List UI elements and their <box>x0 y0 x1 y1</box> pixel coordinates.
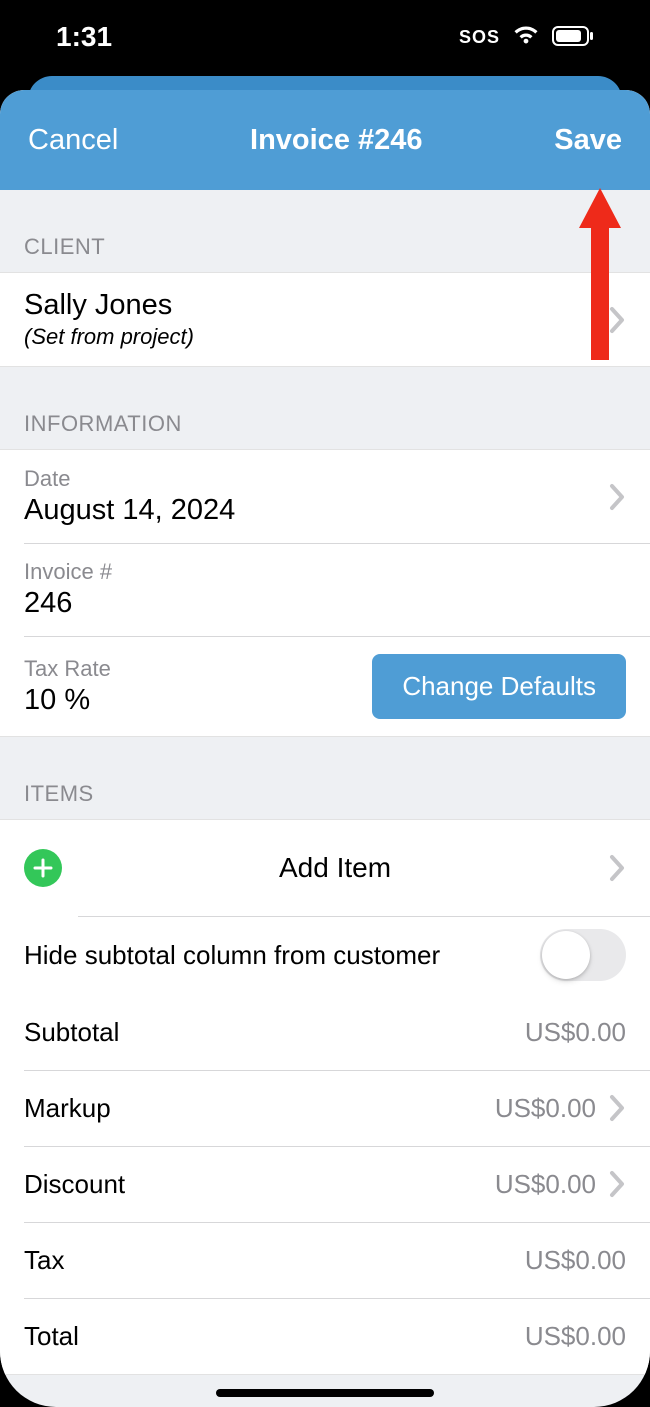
tax-rate-value: 10 % <box>24 684 372 717</box>
home-indicator <box>216 1389 434 1397</box>
nav-title: Invoice #246 <box>250 124 423 157</box>
discount-label: Discount <box>24 1169 125 1200</box>
date-label: Date <box>24 466 608 492</box>
cancel-button[interactable]: Cancel <box>28 124 118 157</box>
hide-subtotal-row[interactable]: Hide subtotal column from customer <box>0 916 650 994</box>
invoice-number-row[interactable]: Invoice # 246 <box>0 543 650 636</box>
save-button[interactable]: Save <box>554 124 622 157</box>
invoice-number-value: 246 <box>24 587 626 620</box>
hide-subtotal-label: Hide subtotal column from customer <box>24 940 440 971</box>
chevron-right-icon <box>608 853 626 883</box>
section-header-client: CLIENT <box>0 190 650 272</box>
battery-icon <box>552 21 594 53</box>
markup-label: Markup <box>24 1093 111 1124</box>
discount-row[interactable]: Discount US$0.00 <box>0 1146 650 1222</box>
markup-row[interactable]: Markup US$0.00 <box>0 1070 650 1146</box>
subtotal-label: Subtotal <box>24 1017 119 1048</box>
change-defaults-button[interactable]: Change Defaults <box>372 654 626 719</box>
markup-amount: US$0.00 <box>495 1093 596 1124</box>
status-time: 1:31 <box>56 21 112 53</box>
date-row[interactable]: Date August 14, 2024 <box>0 450 650 543</box>
total-amount: US$0.00 <box>525 1321 626 1352</box>
plus-icon <box>24 849 62 887</box>
subtotal-amount: US$0.00 <box>525 1017 626 1048</box>
section-header-items: ITEMS <box>0 737 650 819</box>
wifi-icon <box>512 21 540 53</box>
chevron-right-icon <box>608 1169 626 1199</box>
annotation-arrow-icon <box>579 188 621 365</box>
subtotal-row: Subtotal US$0.00 <box>0 994 650 1070</box>
add-item-row[interactable]: Add Item <box>0 820 650 916</box>
invoice-number-label: Invoice # <box>24 559 626 585</box>
client-row[interactable]: Sally Jones (Set from project) <box>0 273 650 366</box>
section-header-info: INFORMATION <box>0 367 650 449</box>
chevron-right-icon <box>608 482 626 512</box>
hide-subtotal-toggle[interactable] <box>540 929 626 981</box>
client-sub: (Set from project) <box>24 324 608 350</box>
tax-label: Tax <box>24 1245 64 1276</box>
invoice-sheet: Cancel Invoice #246 Save CLIENT Sally Jo… <box>0 90 650 1407</box>
discount-amount: US$0.00 <box>495 1169 596 1200</box>
client-name: Sally Jones <box>24 289 608 322</box>
date-value: August 14, 2024 <box>24 494 608 527</box>
sos-indicator: SOS <box>459 27 500 48</box>
tax-amount: US$0.00 <box>525 1245 626 1276</box>
chevron-right-icon <box>608 1093 626 1123</box>
total-label: Total <box>24 1321 79 1352</box>
status-bar: 1:31 SOS <box>0 0 650 74</box>
total-row: Total US$0.00 <box>0 1298 650 1374</box>
tax-rate-row[interactable]: Tax Rate 10 % Change Defaults <box>0 636 650 736</box>
nav-bar: Cancel Invoice #246 Save <box>0 90 650 190</box>
add-item-label: Add Item <box>62 852 608 884</box>
tax-row: Tax US$0.00 <box>0 1222 650 1298</box>
tax-rate-label: Tax Rate <box>24 656 372 682</box>
